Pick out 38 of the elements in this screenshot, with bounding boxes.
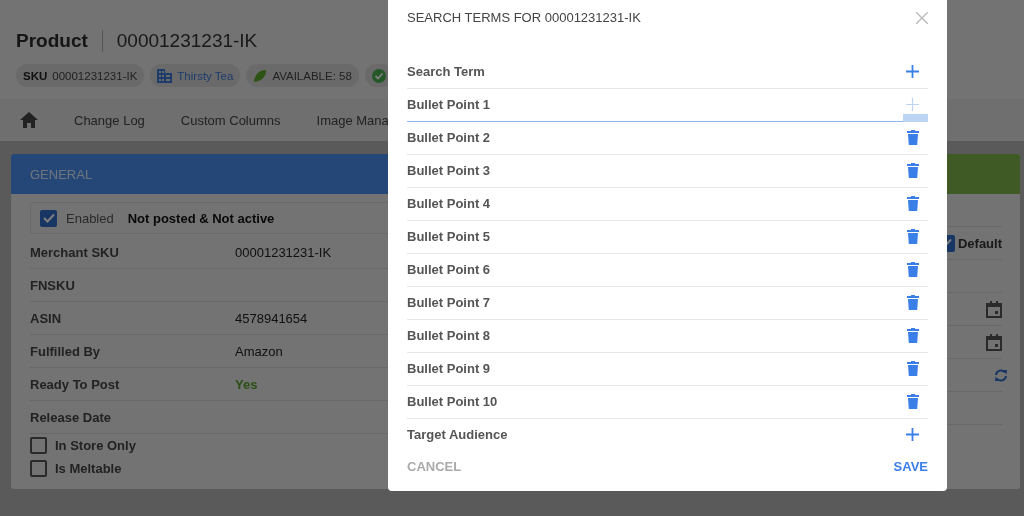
checkbox-label: Default (957, 235, 1002, 251)
term-label: Bullet Point 2 (407, 130, 491, 146)
tab[interactable]: Image Mana (316, 112, 389, 128)
term-label: Target Audience (407, 427, 508, 442)
term-label: Bullet Point 1 (407, 97, 491, 113)
term-label: Bullet Point 3 (407, 163, 491, 179)
field-label: Merchant SKU (30, 244, 120, 260)
status-text: Not posted & Not active (127, 210, 275, 226)
brand-chip[interactable]: Thirsty Tea (150, 64, 241, 87)
tab[interactable]: Change Log (74, 112, 145, 128)
field-label: Ready To Post (30, 376, 121, 392)
field-label: FNSKU (30, 277, 76, 293)
field-value: 4578941654 (235, 310, 308, 326)
stock-chip: AVAILABLE: 58 (246, 64, 359, 87)
checkbox-label: In Store Only (55, 438, 136, 453)
save-button[interactable]: SAVE (893, 454, 928, 478)
term-label: Bullet Point 7 (407, 295, 491, 311)
product-id: 00001231231-IK (116, 30, 258, 52)
checkbox-label: Enabled (66, 210, 114, 226)
checkbox-label: Is Meltable (55, 461, 122, 476)
field-label: ASIN (30, 310, 63, 326)
term-label: Bullet Point 8 (407, 328, 491, 344)
dialog-title: SEARCH TERMS FOR 00001231231-IK (407, 10, 641, 26)
term-label: Bullet Point 5 (407, 229, 491, 245)
sku-chip: SKU 00001231231-IK (16, 64, 145, 87)
tab[interactable]: Custom Columns (180, 112, 281, 128)
page-title: Product (16, 30, 88, 52)
field-value: 00001231231-IK (235, 244, 332, 260)
term-label: Search Term (407, 64, 485, 80)
term-label: Bullet Point 10 (407, 394, 498, 410)
cancel-button[interactable]: CANCEL (407, 454, 462, 478)
term-label: Bullet Point 6 (407, 262, 491, 278)
field-value: Yes (235, 376, 258, 392)
term-label: Bullet Point 4 (407, 196, 491, 212)
field-label: Release Date (30, 409, 112, 425)
field-label: Fulfilled By (30, 343, 102, 359)
term-label: Bullet Point 9 (407, 361, 491, 377)
field-value: Amazon (235, 343, 283, 359)
